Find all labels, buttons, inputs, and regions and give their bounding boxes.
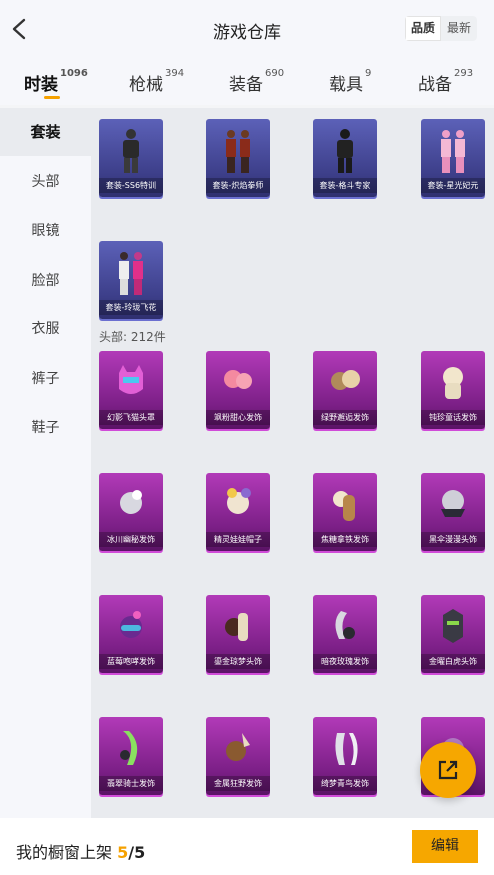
item-name: 焦糖拿铁发饰 <box>313 532 377 547</box>
tab-label: 载具 <box>329 75 363 95</box>
showcase-status: 我的橱窗上架 5/5 <box>16 839 145 863</box>
head-item-card[interactable]: 飒粉甜心发饰 <box>206 351 270 429</box>
head-item-card[interactable]: 幻影飞猫头罩 <box>99 351 163 429</box>
hair-accessory-icon <box>331 370 360 390</box>
hair-accessory-icon <box>227 488 251 514</box>
tab-equipment[interactable]: 装备690 <box>229 68 285 95</box>
head-item-card[interactable]: 金属狂野发饰 <box>206 717 270 795</box>
outfit-name: 套装-SS6特训 <box>99 178 163 193</box>
header-bar: 游戏仓库 品质 最新 <box>0 0 494 60</box>
head-item-card[interactable]: 精灵娃娃帽子 <box>206 473 270 551</box>
outfit-figure-icon <box>337 129 353 173</box>
head-item-card[interactable]: 焦糖拿铁发饰 <box>313 473 377 551</box>
outfit-figure-icon <box>226 130 250 173</box>
sidebar-item-outfit[interactable]: 套装 <box>0 108 91 156</box>
outfit-card[interactable]: 套装-SS6特训 <box>99 119 163 197</box>
hair-accessory-icon <box>120 490 142 514</box>
item-name: 蓝莓咆哮发饰 <box>99 654 163 669</box>
outfit-name: 套装-星光妃元 <box>421 178 485 193</box>
tab-label: 时装 <box>24 75 58 95</box>
head-item-card[interactable]: 金曜白虎头饰 <box>421 595 485 673</box>
tab-guns[interactable]: 枪械394 <box>129 68 185 95</box>
outfit-name: 套装-格斗专家 <box>313 178 377 193</box>
outfit-name: 套装-玲珑飞花 <box>99 300 163 315</box>
sidebar: 套装 头部 眼镜 脸部 衣服 裤子 鞋子 <box>0 108 91 818</box>
tab-count: 690 <box>265 68 285 79</box>
tab-vehicles[interactable]: 载具9 <box>329 68 372 95</box>
head-item-card[interactable]: 蓝莓咆哮发饰 <box>99 595 163 673</box>
hair-accessory-icon <box>443 367 463 399</box>
head-item-card[interactable]: 翡翠骑士发饰 <box>99 717 163 795</box>
item-name: 暗夜玫瑰发饰 <box>313 654 377 669</box>
item-name: 金曜白虎头饰 <box>421 654 485 669</box>
item-name: 鎏金琼梦头饰 <box>206 654 270 669</box>
showcase-footer: 我的橱窗上架 5/5 编辑 <box>0 818 494 875</box>
item-name: 黑伞漫漫头饰 <box>421 532 485 547</box>
share-button[interactable] <box>420 742 476 798</box>
external-link-icon <box>438 760 458 780</box>
sort-quality-option[interactable]: 品质 <box>405 16 441 41</box>
hair-accessory-icon <box>225 613 248 641</box>
hair-accessory-icon <box>333 491 355 521</box>
tab-count: 394 <box>165 68 185 79</box>
tab-label: 装备 <box>229 75 263 95</box>
head-item-card[interactable]: 冰川幽秘发饰 <box>99 473 163 551</box>
hair-accessory-icon <box>120 611 142 638</box>
head-item-card[interactable]: 绮梦青鸟发饰 <box>313 717 377 795</box>
item-name: 绿野邂逅发饰 <box>313 410 377 425</box>
tab-fashion[interactable]: 时装1096 <box>24 68 88 95</box>
category-tabs: 时装1096 枪械394 装备690 载具9 战备293 <box>0 60 494 105</box>
hair-accessory-icon <box>335 611 355 639</box>
item-name: 冰川幽秘发饰 <box>99 532 163 547</box>
sort-latest-option[interactable]: 最新 <box>441 16 477 41</box>
tab-count: 9 <box>365 68 372 79</box>
item-name: 幻影飞猫头罩 <box>99 410 163 425</box>
sidebar-item-pants[interactable]: 裤子 <box>0 355 91 403</box>
tab-supplies[interactable]: 战备293 <box>418 68 474 95</box>
tab-count: 1096 <box>60 68 88 79</box>
sidebar-item-glasses[interactable]: 眼镜 <box>0 207 91 255</box>
item-name: 飒粉甜心发饰 <box>206 410 270 425</box>
item-name: 绮梦青鸟发饰 <box>313 776 377 791</box>
sidebar-item-head[interactable]: 头部 <box>0 158 91 206</box>
head-item-card[interactable]: 暗夜玫瑰发饰 <box>313 595 377 673</box>
tab-label: 战备 <box>418 75 452 95</box>
sidebar-item-shoes[interactable]: 鞋子 <box>0 404 91 452</box>
item-name: 钝珍童话发饰 <box>421 410 485 425</box>
head-item-card[interactable]: 黑伞漫漫头饰 <box>421 473 485 551</box>
cat-mask-icon <box>119 365 143 394</box>
sort-toggle[interactable]: 品质 最新 <box>405 16 477 41</box>
head-item-card[interactable]: 钝珍童话发饰 <box>421 351 485 429</box>
hair-accessory-icon <box>224 370 252 389</box>
outfit-card[interactable]: 套装-格斗专家 <box>313 119 377 197</box>
item-name: 翡翠骑士发饰 <box>99 776 163 791</box>
tiger-helmet-icon <box>443 609 463 643</box>
sidebar-item-clothes[interactable]: 衣服 <box>0 305 91 353</box>
hair-accessory-icon <box>226 733 250 761</box>
tab-label: 枪械 <box>129 75 163 95</box>
head-item-card[interactable]: 绿野邂逅发饰 <box>313 351 377 429</box>
item-grid: 套装-SS6特训 套装-炽焰拳师 套装-格斗专家 套装-星光妃元 套装-玲珑飞花… <box>91 108 494 818</box>
active-tab-indicator <box>44 96 60 99</box>
outfit-figure-icon <box>441 130 465 173</box>
outfit-figure-icon <box>123 129 139 173</box>
showcase-label: 我的橱窗上架 <box>16 843 113 862</box>
showcase-current-count: 5 <box>117 843 129 862</box>
outfit-card[interactable]: 套装-玲珑飞花 <box>99 241 163 319</box>
outfit-card[interactable]: 套装-炽焰拳师 <box>206 119 270 197</box>
outfit-card[interactable]: 套装-星光妃元 <box>421 119 485 197</box>
item-name: 金属狂野发饰 <box>206 776 270 791</box>
edit-button[interactable]: 编辑 <box>412 830 478 863</box>
outfit-figure-icon <box>119 252 143 295</box>
head-item-card[interactable]: 鎏金琼梦头饰 <box>206 595 270 673</box>
outfit-name: 套装-炽焰拳师 <box>206 178 270 193</box>
hair-accessory-icon <box>120 731 138 765</box>
hair-accessory-icon <box>335 733 358 765</box>
tab-count: 293 <box>454 68 474 79</box>
item-name: 精灵娃娃帽子 <box>206 532 270 547</box>
showcase-total-count: /5 <box>128 843 146 862</box>
hair-accessory-icon <box>441 490 465 517</box>
sidebar-item-face[interactable]: 脸部 <box>0 257 91 305</box>
head-section-label: 头部: 212件 <box>99 330 166 344</box>
